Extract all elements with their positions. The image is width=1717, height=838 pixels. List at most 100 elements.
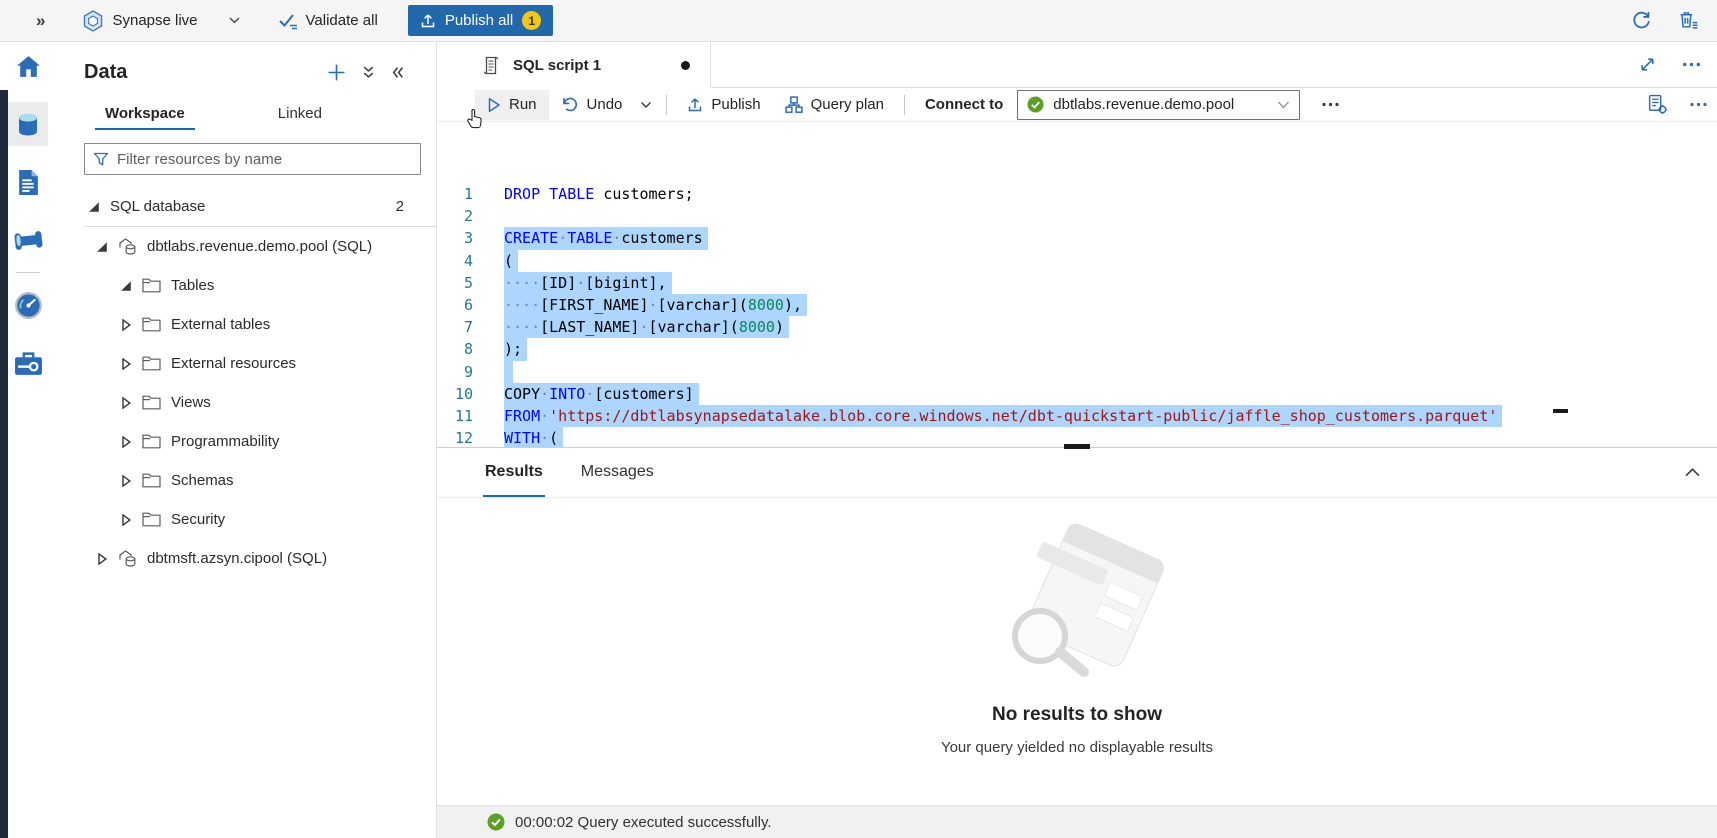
line-number: 5	[437, 272, 473, 294]
run-label: Run	[509, 96, 537, 113]
sql-code-editor[interactable]: 1 DROP TABLE customers;23CREATE·TABLE·cus…	[437, 122, 1717, 447]
toolbar-divider	[904, 95, 905, 115]
tab-sql-script-1[interactable]: SQL script 1	[437, 42, 711, 88]
code-line[interactable]: 5····[ID]·[bigint],	[437, 272, 1717, 294]
collapsed-twistie-icon[interactable]	[120, 475, 132, 487]
collapse-all-icon[interactable]	[362, 65, 375, 79]
tree-item-label: External resources	[171, 355, 296, 372]
filter-input[interactable]	[117, 151, 412, 168]
line-number: 10	[437, 383, 473, 405]
tab-results[interactable]: Results	[483, 448, 545, 497]
data-panel: Data Workspace Linked SQL database2dbtla…	[48, 42, 437, 838]
line-number: 1	[437, 183, 473, 205]
connect-to-dropdown[interactable]: dbtlabs.revenue.demo.pool	[1017, 90, 1300, 120]
tab-more-icon[interactable]	[1682, 62, 1701, 67]
connected-pool-label: dbtlabs.revenue.demo.pool	[1053, 96, 1268, 113]
folder-icon	[142, 473, 161, 488]
code-line[interactable]: 1 DROP TABLE customers;	[437, 183, 1717, 205]
editor-more-icon[interactable]	[1690, 102, 1707, 107]
nav-monitor[interactable]	[8, 283, 48, 327]
validate-check-icon	[278, 12, 299, 30]
collapse-results-icon[interactable]	[1685, 468, 1700, 477]
expanded-twistie-icon[interactable]	[120, 280, 132, 292]
validate-all-button[interactable]: Validate all	[278, 12, 378, 30]
gauge-icon	[14, 291, 43, 320]
nav-integrate[interactable]	[8, 218, 48, 262]
run-button[interactable]: Run	[475, 90, 549, 120]
pane-resize-handle[interactable]	[1064, 444, 1090, 449]
code-line-text: DROP TABLE customers;	[504, 183, 694, 205]
code-line-text: ····[FIRST_NAME]·[varchar](8000),	[504, 294, 807, 316]
code-line[interactable]: 6 ····[FIRST_NAME]·[varchar](8000),	[437, 294, 1717, 316]
script-properties-icon[interactable]	[1647, 94, 1668, 115]
tree-item[interactable]: Schemas	[48, 461, 436, 500]
collapse-panel-icon[interactable]	[391, 66, 404, 79]
synapse-studio-window: » Synapse live Validate all Publish all …	[0, 0, 1717, 838]
expand-editor-icon[interactable]	[1639, 56, 1656, 73]
sql-pool-icon	[118, 237, 137, 256]
mode-selector[interactable]: Synapse live	[83, 10, 239, 32]
code-line[interactable]: 2	[437, 205, 1717, 227]
code-line[interactable]: 9	[437, 361, 1717, 383]
undo-button[interactable]: Undo	[549, 90, 635, 120]
code-line[interactable]: 10COPY·INTO·[customers]	[437, 383, 1717, 405]
publish-all-button[interactable]: Publish all 1	[408, 5, 553, 36]
tree-item[interactable]: dbtlabs.revenue.demo.pool (SQL)	[48, 227, 436, 266]
tree-item[interactable]: External resources	[48, 344, 436, 383]
tab-workspace[interactable]: Workspace	[95, 98, 195, 130]
publish-icon	[687, 97, 703, 113]
code-line[interactable]: 7····[LAST_NAME]·[varchar](8000)	[437, 316, 1717, 338]
refresh-icon[interactable]	[1631, 10, 1652, 31]
filter-funnel-icon	[93, 152, 109, 167]
tree-item[interactable]: Tables	[48, 266, 436, 305]
nav-develop[interactable]	[8, 160, 48, 204]
tree-item[interactable]: Security	[48, 500, 436, 539]
tree-item-label: Security	[171, 511, 225, 528]
collapsed-twistie-icon[interactable]	[120, 397, 132, 409]
mode-label: Synapse live	[112, 12, 197, 29]
publish-upload-icon	[420, 13, 436, 29]
editor-tab-title: SQL script 1	[513, 57, 601, 74]
add-resource-icon[interactable]	[327, 63, 346, 82]
collapsed-twistie-icon[interactable]	[120, 358, 132, 370]
code-line[interactable]: 3CREATE·TABLE·customers	[437, 227, 1717, 249]
tree-item[interactable]: Programmability	[48, 422, 436, 461]
toolbox-icon	[14, 350, 43, 376]
tree-item-label: dbtmsft.azsyn.cipool (SQL)	[147, 550, 327, 567]
expanded-twistie-icon[interactable]	[88, 201, 100, 213]
filter-box	[84, 143, 421, 175]
code-line[interactable]: 8);	[437, 338, 1717, 360]
tree-item-label: Tables	[171, 277, 214, 294]
code-line[interactable]: 4(	[437, 250, 1717, 272]
expanded-twistie-icon[interactable]	[96, 241, 108, 253]
tree-item-label: dbtlabs.revenue.demo.pool (SQL)	[147, 238, 372, 255]
nav-data[interactable]	[8, 102, 48, 146]
empty-results-title: No results to show	[992, 704, 1162, 726]
undo-dropdown-chevron[interactable]	[634, 90, 658, 120]
tab-messages[interactable]: Messages	[579, 448, 656, 497]
tree-item[interactable]: External tables	[48, 305, 436, 344]
line-number: 6	[437, 294, 473, 316]
synapse-live-icon	[83, 10, 103, 32]
nav-home[interactable]	[8, 44, 48, 88]
nav-manage[interactable]	[8, 341, 48, 385]
publish-label: Publish	[711, 96, 760, 113]
toolbar-more-icon[interactable]	[1322, 102, 1339, 107]
line-number: 9	[437, 361, 473, 383]
connect-to-label: Connect to	[925, 96, 1003, 113]
collapsed-twistie-icon[interactable]	[120, 436, 132, 448]
code-line[interactable]: 11FROM·'https://dbtlabsynapsedatalake.bl…	[437, 405, 1717, 427]
tab-linked[interactable]: Linked	[268, 98, 332, 130]
collapsed-twistie-icon[interactable]	[96, 553, 108, 565]
collapsed-twistie-icon[interactable]	[120, 514, 132, 526]
publish-button[interactable]: Publish	[675, 90, 772, 120]
code-line-text: FROM·'https://dbtlabsynapsedatalake.blob…	[504, 405, 1502, 427]
tree-item[interactable]: SQL database2	[48, 187, 436, 226]
expand-toolbar-chevrons[interactable]: »	[36, 11, 45, 31]
trash-icon[interactable]	[1678, 10, 1699, 31]
tree-item[interactable]: dbtmsft.azsyn.cipool (SQL)	[48, 539, 436, 578]
tree-item[interactable]: Views	[48, 383, 436, 422]
query-plan-button[interactable]: Query plan	[773, 90, 896, 120]
collapsed-twistie-icon[interactable]	[120, 319, 132, 331]
code-line-text: ····[LAST_NAME]·[varchar](8000)	[504, 316, 789, 338]
